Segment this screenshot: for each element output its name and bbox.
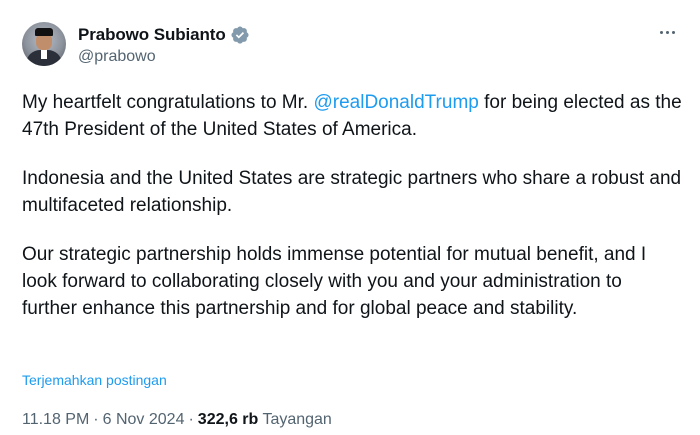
views-count[interactable]: 322,6 rb (198, 411, 258, 428)
author-handle[interactable]: @prabowo (78, 48, 250, 66)
author-block: Prabowo Subianto @prabowo (78, 24, 250, 66)
author-name[interactable]: Prabowo Subianto (78, 25, 226, 45)
tweet-text: My heartfelt congratulations to Mr. @rea… (22, 89, 682, 344)
views-label: Tayangan (262, 411, 332, 428)
tweet-time[interactable]: 11.18 PM (22, 411, 89, 428)
tweet-paragraph-2: Indonesia and the United States are stra… (22, 168, 682, 216)
avatar[interactable] (22, 22, 66, 66)
tweet-card: Prabowo Subianto @prabowo My heartfelt c… (0, 0, 700, 435)
tweet-paragraph-3: Our strategic partnership holds immense … (22, 244, 647, 319)
tweet-date[interactable]: 6 Nov 2024 (103, 411, 185, 428)
mention-link[interactable]: @realDonaldTrump (313, 92, 478, 113)
more-horizontal-icon[interactable] (654, 23, 680, 41)
verified-badge-icon[interactable] (230, 25, 250, 45)
translate-post-link[interactable]: Terjemahkan postingan (22, 372, 167, 388)
tweet-header: Prabowo Subianto @prabowo (22, 17, 690, 77)
tweet-meta: 11.18 PM · 6 Nov 2024 · 322,6 rb Tayangan (22, 411, 332, 428)
tweet-paragraph-1: My heartfelt congratulations to Mr. @rea… (22, 92, 682, 140)
